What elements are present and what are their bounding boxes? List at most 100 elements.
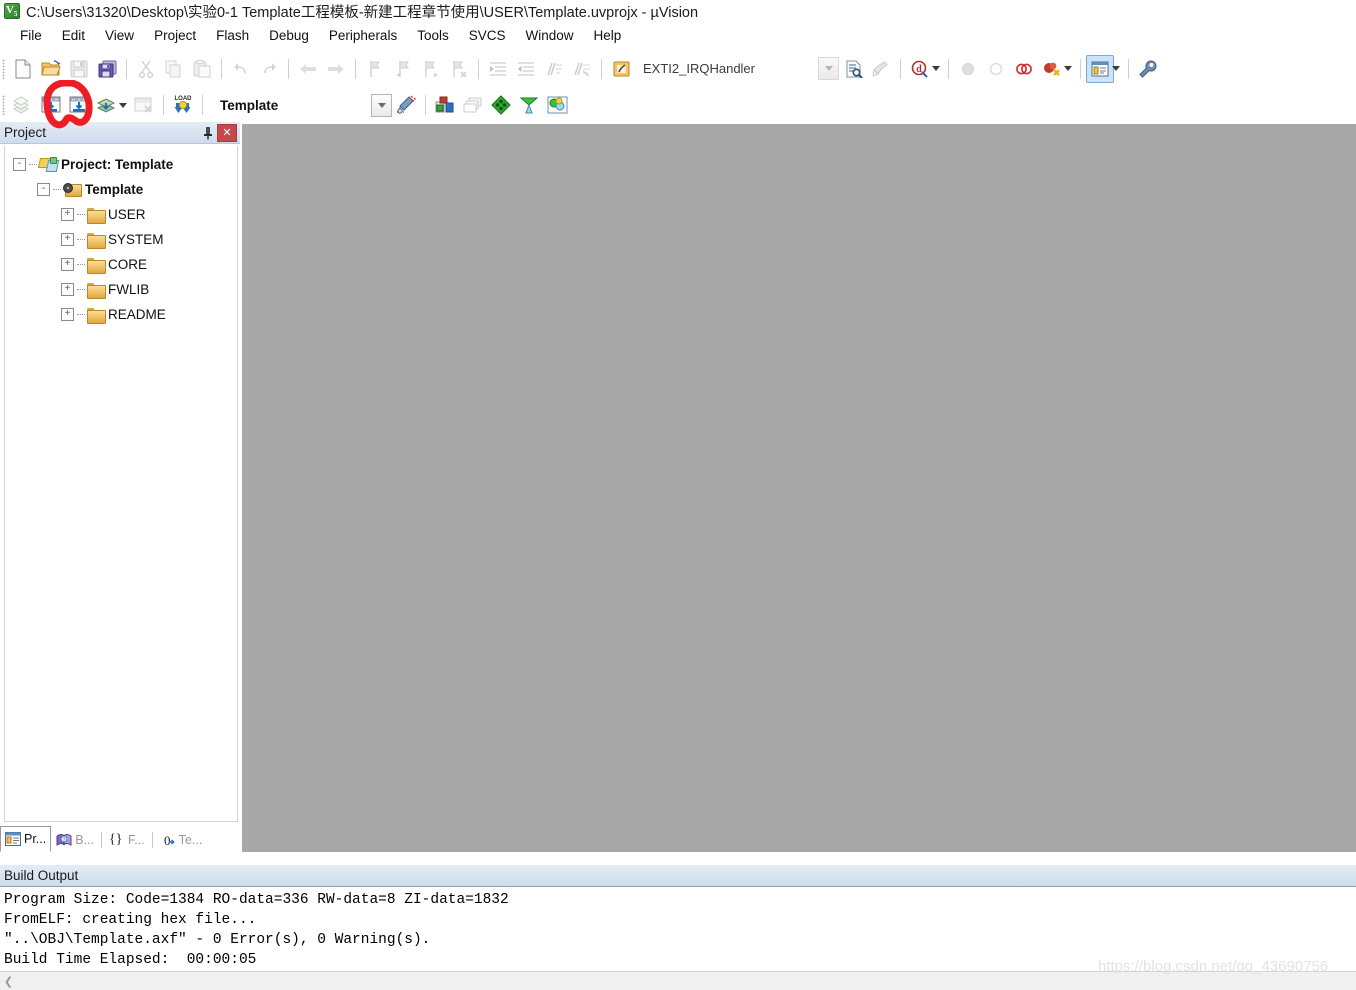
expander-icon[interactable]: + (61, 233, 74, 246)
project-tab-icon (5, 832, 21, 846)
menu-project[interactable]: Project (144, 26, 206, 45)
toolbar-grip[interactable] (2, 59, 5, 79)
tree-node-group-readme[interactable]: + README (5, 302, 237, 327)
expander-icon[interactable]: - (13, 158, 26, 171)
comment-icon[interactable] (540, 55, 568, 83)
breakpoints-dropdown-caret-icon[interactable] (1064, 66, 1072, 71)
build-output-body[interactable]: Program Size: Code=1384 RO-data=336 RW-d… (0, 886, 1356, 971)
build-target-icon[interactable] (37, 91, 65, 119)
expander-icon[interactable]: - (37, 183, 50, 196)
project-window-icon[interactable] (1086, 55, 1114, 83)
download-icon[interactable]: LOAD (169, 91, 197, 119)
chevron-down-icon[interactable] (818, 57, 839, 80)
menu-flash[interactable]: Flash (206, 26, 259, 45)
tree-node-project-root[interactable]: - Project: Template (5, 152, 237, 177)
tab-functions[interactable]: {} F... (104, 828, 150, 852)
multi-project-icon[interactable] (459, 91, 487, 119)
copy-icon[interactable] (160, 55, 188, 83)
save-all-icon[interactable] (93, 55, 121, 83)
tree-connector (77, 214, 85, 216)
manage-project-items-icon[interactable] (431, 91, 459, 119)
menu-help[interactable]: Help (584, 26, 632, 45)
tab-templates[interactable]: 0 Te... (155, 828, 208, 852)
disable-all-breakpoints-icon[interactable] (1010, 55, 1038, 83)
tree-node-group-fwlib[interactable]: + FWLIB (5, 277, 237, 302)
insert-breakpoint-icon[interactable] (954, 55, 982, 83)
paste-icon[interactable] (188, 55, 216, 83)
build-toolbar: LOAD Template (0, 88, 1356, 122)
navigate-forward-icon[interactable] (322, 55, 350, 83)
stop-build-icon[interactable] (130, 91, 158, 119)
build-output-header: Build Output (0, 864, 1356, 886)
function-navigate-combo[interactable]: EXTI2_IRQHandler (639, 58, 839, 80)
new-file-icon[interactable] (9, 55, 37, 83)
tree-connector (53, 189, 61, 191)
configure-toolbar-icon[interactable] (1134, 55, 1162, 83)
undo-icon[interactable] (227, 55, 255, 83)
windows-dropdown-caret-icon[interactable] (1112, 66, 1120, 71)
close-icon[interactable]: ✕ (217, 124, 237, 142)
tab-project[interactable]: Pr... (0, 826, 51, 852)
toolbar-separator (478, 59, 479, 79)
kill-all-breakpoints-icon[interactable] (1038, 55, 1066, 83)
translate-file-icon[interactable] (9, 91, 37, 119)
tree-node-group-user[interactable]: + USER (5, 202, 237, 227)
indent-right-icon[interactable] (484, 55, 512, 83)
tree-node-group-core[interactable]: + CORE (5, 252, 237, 277)
build-output-title: Build Output (0, 868, 78, 883)
tab-books[interactable]: ? B... (51, 828, 99, 852)
expander-icon[interactable]: + (61, 283, 74, 296)
menu-file[interactable]: File (10, 26, 52, 45)
expander-icon[interactable]: + (61, 258, 74, 271)
navigate-back-icon[interactable] (294, 55, 322, 83)
enable-breakpoint-icon[interactable] (982, 55, 1010, 83)
menu-view[interactable]: View (95, 26, 144, 45)
chevron-down-icon[interactable] (371, 94, 392, 117)
redo-icon[interactable] (255, 55, 283, 83)
function-browse-icon[interactable] (607, 55, 635, 83)
find-in-files-icon[interactable] (839, 55, 867, 83)
bookmark-prev-icon[interactable] (389, 55, 417, 83)
manage-run-time-env-icon[interactable] (543, 91, 571, 119)
tree-connector (29, 164, 37, 166)
select-target-combo[interactable]: Template (214, 94, 392, 116)
target-options-icon[interactable] (487, 91, 515, 119)
project-tree[interactable]: - Project: Template - Template + (4, 146, 238, 822)
project-panel-title: Project (0, 125, 199, 140)
menu-window[interactable]: Window (515, 26, 583, 45)
pin-icon[interactable] (199, 124, 217, 142)
expander-icon[interactable]: + (61, 308, 74, 321)
tab-templates-label: Te... (179, 833, 203, 847)
build-output-horizontal-scrollbar[interactable]: ❮ (0, 971, 1356, 990)
cut-icon[interactable] (132, 55, 160, 83)
bookmark-toggle-icon[interactable] (361, 55, 389, 83)
save-icon[interactable] (65, 55, 93, 83)
pack-installer-icon[interactable] (515, 91, 543, 119)
menu-debug[interactable]: Debug (259, 26, 319, 45)
start-debug-icon[interactable]: d (906, 55, 934, 83)
tree-node-target-template[interactable]: - Template (5, 177, 237, 202)
bookmark-next-icon[interactable] (417, 55, 445, 83)
batch-build-caret-icon[interactable] (119, 103, 127, 108)
menu-edit[interactable]: Edit (52, 26, 95, 45)
menu-bar: File Edit View Project Flash Debug Perip… (0, 23, 1356, 48)
functions-tab-icon: {} (109, 833, 125, 847)
debug-dropdown-caret-icon[interactable] (932, 66, 940, 71)
menu-tools[interactable]: Tools (407, 26, 459, 45)
toolbar-grip[interactable] (2, 95, 5, 115)
tree-node-group-system[interactable]: + SYSTEM (5, 227, 237, 252)
bookmark-clear-icon[interactable] (445, 55, 473, 83)
open-file-icon[interactable] (37, 55, 65, 83)
editor-client-area[interactable] (242, 124, 1356, 852)
scroll-left-arrow-icon[interactable]: ❮ (0, 973, 17, 989)
menu-svcs[interactable]: SVCS (459, 26, 516, 45)
batch-build-icon[interactable] (93, 91, 121, 119)
rebuild-all-icon[interactable] (65, 91, 93, 119)
configuration-wizard-icon[interactable] (392, 91, 420, 119)
uncomment-icon[interactable] (568, 55, 596, 83)
incremental-find-icon[interactable] (867, 55, 895, 83)
build-output-line: Build Time Elapsed: 00:00:05 (4, 950, 1356, 970)
expander-icon[interactable]: + (61, 208, 74, 221)
indent-left-icon[interactable] (512, 55, 540, 83)
menu-peripherals[interactable]: Peripherals (319, 26, 407, 45)
